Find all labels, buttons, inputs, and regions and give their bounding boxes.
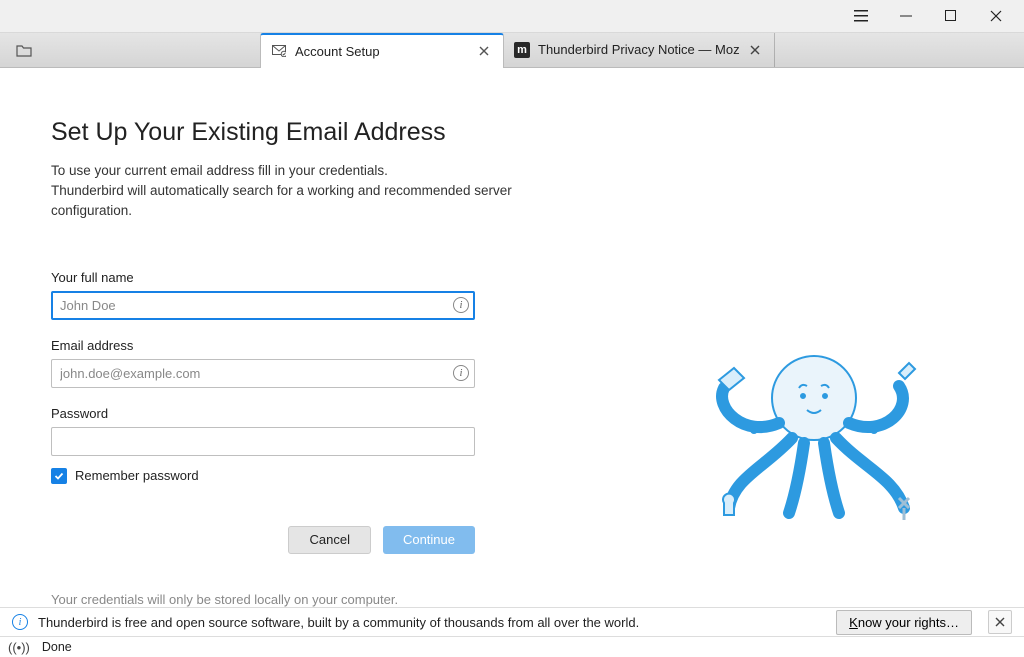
remember-password-checkbox[interactable] [51,468,67,484]
password-label: Password [51,406,591,421]
continue-button[interactable]: Continue [383,526,475,554]
mozilla-icon: m [514,42,530,58]
page-title: Set Up Your Existing Email Address [51,118,591,147]
email-input[interactable] [51,359,475,388]
app-menu-button[interactable] [838,1,883,31]
subtitle-line-1: To use your current email address fill i… [51,161,591,181]
info-icon[interactable]: i [453,297,469,313]
notice-close-button[interactable] [988,610,1012,634]
tab-account-setup[interactable]: Account Setup [260,33,504,68]
wrench-icon [723,494,735,515]
password-field-group: Password Remember password [51,406,591,484]
close-icon [990,10,1002,22]
full-name-input[interactable] [51,291,475,320]
rights-notice-bar: i Thunderbird is free and open source so… [0,607,1024,638]
know-your-rights-button[interactable]: Know your rights… [836,610,972,635]
maximize-button[interactable] [928,1,973,31]
folder-pane-button[interactable] [0,33,48,67]
info-icon: i [12,614,28,630]
check-icon [54,471,64,481]
close-icon [750,45,760,55]
close-icon [995,617,1005,627]
binoculars-icon [899,363,915,379]
minimize-icon [900,10,912,22]
button-row: Cancel Continue [51,526,475,554]
tab-toolbar: Account Setup m Thunderbird Privacy Noti… [0,33,1024,68]
tab-close-button[interactable] [746,42,764,58]
tab-privacy-notice[interactable]: m Thunderbird Privacy Notice — Moz [504,33,775,67]
maximize-icon [945,10,956,21]
setup-form: Set Up Your Existing Email Address To us… [51,118,591,607]
status-text: Done [42,640,72,654]
full-name-field-group: Your full name i [51,270,591,320]
hamburger-icon [854,10,868,22]
status-bar: ((•)) Done [0,637,1024,657]
info-icon[interactable]: i [453,365,469,381]
activity-icon: ((•)) [8,640,30,655]
subtitle-line-2: Thunderbird will automatically search fo… [51,181,591,222]
tab-strip: Account Setup m Thunderbird Privacy Noti… [260,33,775,67]
password-input[interactable] [51,427,475,456]
credentials-note: Your credentials will only be stored loc… [51,592,591,607]
cancel-button[interactable]: Cancel [288,526,370,554]
remember-password-row[interactable]: Remember password [51,468,591,484]
tab-label: Account Setup [295,44,469,59]
page-subtitle: To use your current email address fill i… [51,161,591,222]
close-icon [479,46,489,56]
email-label: Email address [51,338,591,353]
account-setup-page: Set Up Your Existing Email Address To us… [0,68,1024,607]
folder-icon [16,43,32,57]
notice-text: Thunderbird is free and open source soft… [38,615,826,630]
envelope-icon [271,43,287,59]
remember-password-label: Remember password [75,468,199,483]
close-window-button[interactable] [973,1,1018,31]
tab-label: Thunderbird Privacy Notice — Moz [538,42,740,57]
octopus-illustration [704,338,924,538]
minimize-button[interactable] [883,1,928,31]
email-field-group: Email address i [51,338,591,388]
full-name-label: Your full name [51,270,591,285]
window-titlebar [0,0,1024,33]
tab-close-button[interactable] [475,43,493,59]
